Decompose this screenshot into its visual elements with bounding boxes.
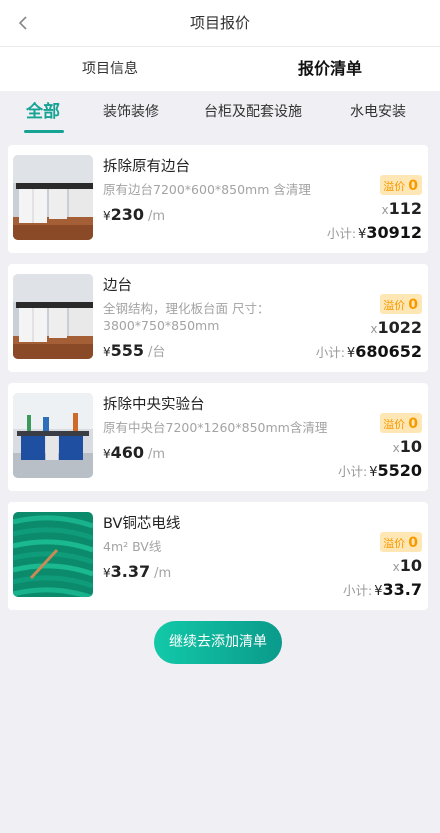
- item-name: 拆除中央实验台: [103, 397, 205, 413]
- product-image: [13, 155, 93, 240]
- item-unit-price: ¥3.37/m: [103, 562, 172, 581]
- quote-item-card[interactable]: 拆除中央实验台 原有中央台7200*1260*850mm含清理 ¥460/m 溢…: [8, 383, 428, 491]
- item-description: 原有中央台7200*1260*850mm含清理: [103, 420, 328, 435]
- page-title: 项目报价: [189, 14, 250, 32]
- premium-badge[interactable]: 溢价 0: [380, 294, 422, 314]
- nav-bar: 项目报价: [0, 0, 440, 47]
- premium-badge[interactable]: 溢价 0: [380, 532, 422, 552]
- item-quantity: x10: [392, 437, 422, 456]
- quote-item-card[interactable]: BV铜芯电线 4m² BV线 ¥3.37/m 溢价 0 x10 小计: ¥33.7: [8, 502, 428, 610]
- item-unit-price: ¥460/m: [103, 443, 166, 462]
- quote-item-card[interactable]: 边台 全钢结构，理化板台面 尺寸：3800*750*850mm ¥555/台 溢…: [8, 264, 428, 372]
- category-tab-cabinets[interactable]: 台柜及配套设施: [204, 91, 302, 137]
- product-image: [13, 512, 93, 597]
- product-image: [13, 393, 93, 478]
- top-tab-bar: 项目信息 报价清单: [0, 47, 440, 91]
- active-tab-indicator: [24, 130, 64, 133]
- item-unit-price: ¥555/台: [103, 341, 166, 360]
- category-tab-decoration[interactable]: 装饰装修: [103, 91, 159, 137]
- item-quantity: x112: [381, 199, 422, 218]
- product-image: [13, 274, 93, 359]
- premium-badge[interactable]: 溢价 0: [380, 175, 422, 195]
- item-subtotal: 小计: ¥680652: [315, 342, 422, 361]
- item-quantity: x10: [392, 556, 422, 575]
- premium-badge[interactable]: 溢价 0: [380, 413, 422, 433]
- item-name: 拆除原有边台: [103, 159, 190, 175]
- item-subtotal: 小计: ¥30912: [326, 223, 422, 242]
- item-quantity: x1022: [370, 318, 422, 337]
- continue-add-button[interactable]: 继续去添加清单: [154, 621, 282, 664]
- item-description: 全钢结构，理化板台面 尺寸：3800*750*850mm: [103, 301, 270, 333]
- tab-quote-list[interactable]: 报价清单: [220, 47, 440, 91]
- item-name: 边台: [103, 278, 132, 294]
- category-tabs: 全部 装饰装修 台柜及配套设施 水电安装: [0, 91, 440, 137]
- tab-project-info[interactable]: 项目信息: [0, 47, 220, 91]
- item-subtotal: 小计: ¥5520: [337, 461, 422, 480]
- item-description: 原有边台7200*600*850mm 含清理: [103, 182, 311, 197]
- item-name: BV铜芯电线: [103, 516, 181, 532]
- quote-item-card[interactable]: 拆除原有边台 原有边台7200*600*850mm 含清理 ¥230/m 溢价 0…: [8, 145, 428, 253]
- item-description: 4m² BV线: [103, 539, 162, 554]
- item-subtotal: 小计: ¥33.7: [343, 580, 422, 599]
- category-tab-plumbing-electrical[interactable]: 水电安装: [350, 91, 406, 137]
- item-unit-price: ¥230/m: [103, 205, 166, 224]
